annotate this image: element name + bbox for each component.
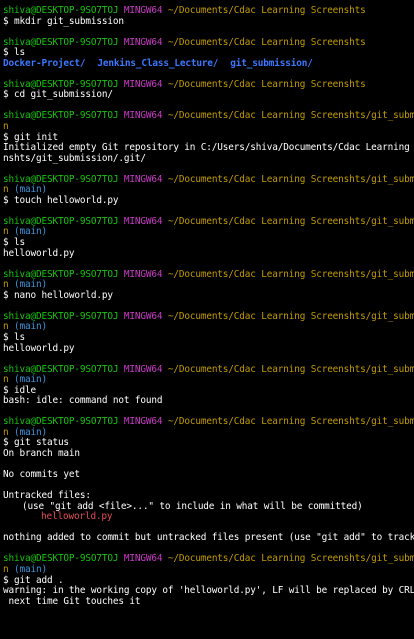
prompt-line-wrap: n (main) [3,374,414,386]
branch-indicator: (main) [14,226,47,238]
user-host: shiva@DESKTOP-9SO7TOJ [3,310,119,322]
user-host: shiva@DESKTOP-9SO7TOJ [3,363,119,375]
branch-indicator: (main) [14,279,47,291]
prompt-line: shiva@DESKTOP-9SO7TOJ MINGW64 ~/Document… [3,417,414,428]
shell-name: MINGW64 [123,110,163,122]
shell-name: MINGW64 [123,363,163,375]
prompt-path: ~/Documents/Cdac Learning Screenshts/git… [167,268,414,280]
user-host: shiva@DESKTOP-9SO7TOJ [3,416,119,428]
branch-indicator: (main) [14,374,47,386]
prompt-path: ~/Documents/Cdac Learning Screenshts [167,36,366,48]
shell-name: MINGW64 [123,78,163,90]
branch-indicator: (main) [14,426,47,438]
output-line: helloworld.py [3,247,75,259]
terminal-window[interactable]: shiva@DESKTOP-9SO7TOJ MINGW64 ~/Document… [0,0,414,639]
branch-indicator: (main) [14,184,47,196]
prompt-path: ~/Documents/Cdac Learning Screenshts/git… [167,416,414,428]
prompt-line: shiva@DESKTOP-9SO7TOJ MINGW64 ~/Document… [3,173,414,186]
ls-output: Docker-Project/Jenkins_Class_Lecture/git… [3,57,414,70]
command-line: $ ls [3,331,25,343]
warning-output: next time Git touches it [3,595,141,607]
user-host: shiva@DESKTOP-9SO7TOJ [3,215,119,227]
prompt-path-tail: n [3,374,9,386]
prompt-line: shiva@DESKTOP-9SO7TOJ MINGW64 ~/Document… [3,310,414,323]
user-host: shiva@DESKTOP-9SO7TOJ [3,553,119,565]
prompt-line: shiva@DESKTOP-9SO7TOJ MINGW64 ~/Document… [3,36,414,49]
shell-name: MINGW64 [123,36,163,48]
prompt-path-tail: n [3,184,9,196]
prompt-path: ~/Documents/Cdac Learning Screenshts [167,78,366,90]
prompt-path-tail: n [3,321,9,333]
command-line: $ ls [3,237,25,249]
prompt-line: shiva@DESKTOP-9SO7TOJ MINGW64 ~/Document… [3,268,414,281]
directory-entry: Jenkins_Class_Lecture/ [97,57,219,69]
shell-name: MINGW64 [123,5,163,16]
prompt-path: ~/Documents/Cdac Learning Screenshts/git… [167,110,414,122]
prompt-path: ~/Documents/Cdac Learning Screenshts/git… [167,310,414,322]
shell-name: MINGW64 [123,310,163,322]
shell-name: MINGW64 [123,268,163,280]
user-host: shiva@DESKTOP-9SO7TOJ [3,268,119,280]
shell-name: MINGW64 [123,215,163,227]
prompt-path: ~/Documents/Cdac Learning Screenshts [167,5,366,16]
shell-name: MINGW64 [123,173,163,185]
prompt-path: ~/Documents/Cdac Learning Screenshts/git… [167,553,414,565]
prompt-path: ~/Documents/Cdac Learning Screenshts/git… [167,173,414,185]
output-line: nshts/git_submission/.git/ [3,152,146,164]
prompt-path: ~/Documents/Cdac Learning Screenshts/git… [167,363,414,375]
user-host: shiva@DESKTOP-9SO7TOJ [3,36,119,48]
git-status-branch: On branch main [3,447,80,459]
prompt-line: shiva@DESKTOP-9SO7TOJ MINGW64 ~/Document… [3,215,414,228]
user-host: shiva@DESKTOP-9SO7TOJ [3,78,119,90]
git-status-no-commits: No commits yet [3,469,80,481]
directory-entry: Docker-Project/ [3,57,86,69]
prompt-path-tail: n [3,426,9,438]
untracked-file: helloworld.py [41,511,113,523]
prompt-line-wrap: n (main) [3,322,414,333]
output-line: helloworld.py [3,342,75,354]
user-host: shiva@DESKTOP-9SO7TOJ [3,110,119,122]
branch-indicator: (main) [14,563,47,575]
prompt-line-wrap: n [3,121,414,133]
prompt-line-wrap: n (main) [3,563,414,576]
shell-name: MINGW64 [123,416,163,428]
command-line: $ mkdir git_submission [3,15,124,27]
user-host: shiva@DESKTOP-9SO7TOJ [3,5,119,16]
prompt-line: shiva@DESKTOP-9SO7TOJ MINGW64 ~/Document… [3,363,414,376]
prompt-line: shiva@DESKTOP-9SO7TOJ MINGW64 ~/Document… [3,111,414,122]
prompt-path: ~/Documents/Cdac Learning Screenshts/git… [167,215,414,227]
prompt-path-tail: n [3,226,9,238]
command-line: $ nano helloworld.py [3,289,113,301]
command-line: $ cd git_submission/ [3,89,113,101]
branch-indicator: (main) [14,321,47,333]
prompt-path-tail: n [3,563,9,575]
prompt-line: shiva@DESKTOP-9SO7TOJ MINGW64 ~/Document… [3,5,414,17]
error-output: bash: idle: command not found [3,395,163,407]
command-line: $ touch helloworld.py [3,194,119,206]
user-host: shiva@DESKTOP-9SO7TOJ [3,173,119,185]
prompt-line: shiva@DESKTOP-9SO7TOJ MINGW64 ~/Document… [3,554,414,565]
prompt-path-tail: n [3,121,9,133]
prompt-path-tail: n [3,279,9,291]
shell-name: MINGW64 [123,553,163,565]
prompt-line-wrap: n (main) [3,227,414,238]
git-status-summary: nothing added to commit but untracked fi… [3,532,414,544]
directory-entry: git_submission/ [230,57,313,69]
